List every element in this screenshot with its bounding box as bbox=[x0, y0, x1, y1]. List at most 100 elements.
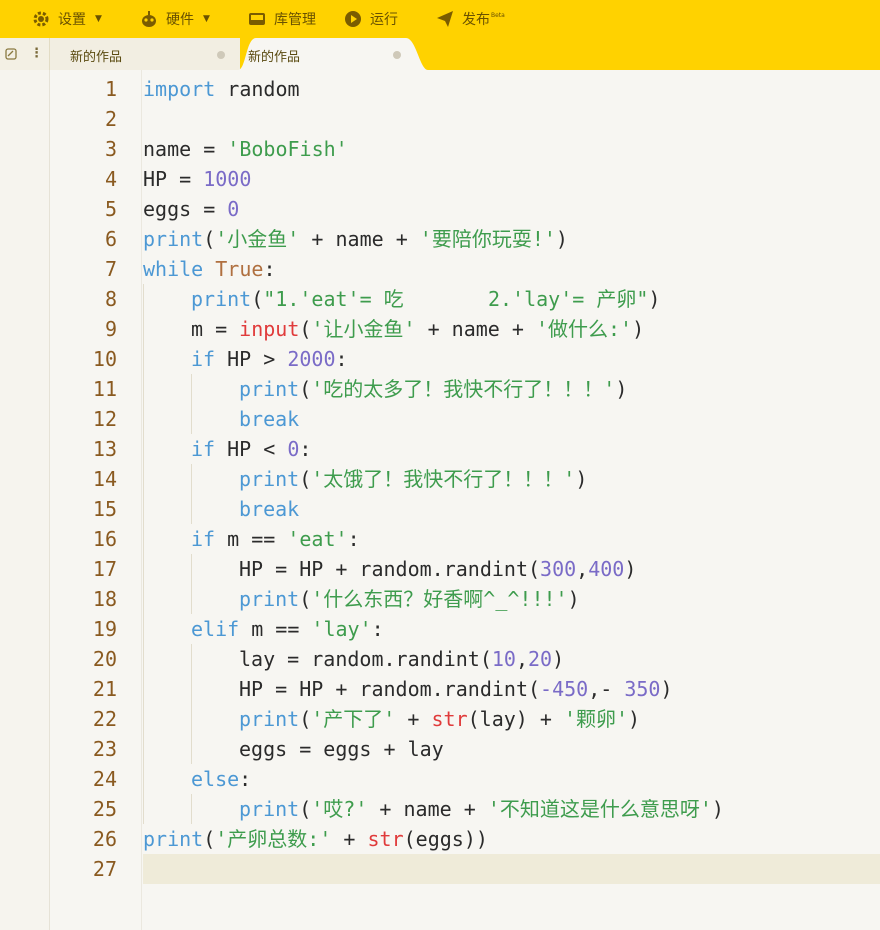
edit-icon[interactable] bbox=[5, 48, 17, 60]
publish-menu[interactable]: 发布 Beta bbox=[436, 0, 505, 38]
line-number: 19 bbox=[92, 617, 117, 641]
library-menu[interactable]: 库管理 bbox=[248, 0, 316, 38]
code-token: "1.'eat'= 吃 2.'lay'= 产卵" bbox=[263, 287, 649, 311]
code-token: print bbox=[191, 287, 252, 311]
code-line[interactable]: 26 print('产卵总数:' + str(eggs)) bbox=[93, 824, 880, 854]
code-text: else: bbox=[191, 764, 251, 794]
code-token: HP > bbox=[215, 347, 288, 371]
code-line[interactable]: 17 HP = HP + random.randint(300,400) bbox=[93, 554, 880, 584]
code-token: ) bbox=[711, 797, 724, 821]
code-token: ) bbox=[648, 287, 661, 311]
indent-guide bbox=[143, 374, 144, 404]
code-token: '颗卵' bbox=[563, 707, 629, 731]
current-line-highlight bbox=[143, 854, 880, 884]
unsaved-dot-icon bbox=[217, 51, 225, 59]
code-token: HP < bbox=[215, 437, 288, 461]
code-line[interactable]: 18 print('什么东西？好香啊^_^!!!') bbox=[93, 584, 880, 614]
indent-guide bbox=[191, 794, 192, 824]
code-token: '产卵总数:' bbox=[215, 827, 332, 851]
code-line[interactable]: 27 bbox=[93, 854, 880, 884]
code-token: 300 bbox=[540, 557, 577, 581]
line-number: 21 bbox=[92, 677, 117, 701]
code-line[interactable]: 12 break bbox=[93, 404, 880, 434]
code-token: break bbox=[239, 407, 300, 431]
code-line[interactable]: 1 import random bbox=[105, 74, 880, 104]
code-token: ( bbox=[299, 707, 312, 731]
code-token: , bbox=[576, 557, 589, 581]
tab-file-1[interactable]: 新的作品 bbox=[50, 38, 240, 70]
code-token: input bbox=[239, 317, 300, 341]
indent-guide bbox=[143, 554, 144, 584]
code-editor[interactable]: 1 import random 2 3 name = 'BoboFish' 4 HP = 1… bbox=[93, 74, 880, 884]
code-token: 'BoboFish' bbox=[227, 137, 348, 161]
indent-guide bbox=[143, 584, 144, 614]
code-token: ) bbox=[552, 647, 565, 671]
code-text: m = input('让小金鱼' + name + '做什么:') bbox=[191, 314, 644, 344]
code-token: + name + bbox=[367, 797, 488, 821]
code-token: m == bbox=[215, 527, 288, 551]
line-number: 9 bbox=[104, 317, 117, 341]
code-line[interactable]: 6 print('小金鱼' + name + '要陪你玩耍!') bbox=[105, 224, 880, 254]
indent-guide bbox=[143, 284, 144, 314]
inbox-icon bbox=[249, 13, 265, 25]
code-token: : bbox=[263, 257, 276, 281]
code-token: 0 bbox=[227, 197, 240, 221]
code-token: (eggs)) bbox=[403, 827, 488, 851]
tab-file-2[interactable]: 新的作品 bbox=[238, 38, 428, 70]
code-token: ( bbox=[299, 317, 312, 341]
indent-guide bbox=[143, 614, 144, 644]
code-token: print bbox=[239, 467, 300, 491]
code-token: print bbox=[239, 797, 300, 821]
hardware-menu[interactable]: 硬件 ▼ bbox=[140, 0, 210, 38]
code-line[interactable]: 7 while True: bbox=[105, 254, 880, 284]
indent-guide bbox=[143, 344, 144, 374]
code-line[interactable]: 20 lay = random.randint(10,20) bbox=[93, 644, 880, 674]
library-label: 库管理 bbox=[274, 12, 316, 28]
code-line[interactable]: 2 bbox=[105, 104, 880, 134]
code-text: import random bbox=[143, 74, 300, 104]
code-line[interactable]: 15 break bbox=[93, 494, 880, 524]
line-number: 4 bbox=[104, 167, 117, 191]
code-line[interactable]: 9 m = input('让小金鱼' + name + '做什么:') bbox=[105, 314, 880, 344]
indent-guide bbox=[191, 374, 192, 404]
code-line[interactable]: 13 if HP < 0: bbox=[93, 434, 880, 464]
code-line[interactable]: 4 HP = 1000 bbox=[105, 164, 880, 194]
code-line[interactable]: 24 else: bbox=[93, 764, 880, 794]
run-menu[interactable]: 运行 bbox=[344, 0, 398, 38]
code-text: lay = random.randint(10,20) bbox=[239, 644, 564, 674]
code-token: ( bbox=[251, 287, 264, 311]
line-number: 17 bbox=[92, 557, 117, 581]
code-line[interactable]: 8 print("1.'eat'= 吃 2.'lay'= 产卵") bbox=[105, 284, 880, 314]
code-token: name = bbox=[143, 137, 228, 161]
code-token: elif bbox=[191, 617, 240, 641]
code-line[interactable]: 19 elif m == 'lay': bbox=[93, 614, 880, 644]
code-token: + bbox=[395, 707, 432, 731]
code-token: lay = random.randint( bbox=[239, 647, 492, 671]
code-token: : bbox=[335, 347, 348, 371]
code-line[interactable]: 5 eggs = 0 bbox=[105, 194, 880, 224]
code-text: eggs = eggs + lay bbox=[239, 734, 444, 764]
line-number: 12 bbox=[92, 407, 117, 431]
gear-icon bbox=[33, 11, 49, 27]
code-token: ) bbox=[575, 467, 588, 491]
line-number: 23 bbox=[92, 737, 117, 761]
code-token: ) bbox=[660, 677, 673, 701]
code-line[interactable]: 3 name = 'BoboFish' bbox=[105, 134, 880, 164]
sidebar-controls: ⋮ bbox=[0, 38, 50, 70]
code-line[interactable]: 11 print('吃的太多了！我快不行了！！！') bbox=[93, 374, 880, 404]
code-token: : bbox=[299, 437, 312, 461]
code-token: 10 bbox=[491, 647, 516, 671]
code-line[interactable]: 14 print('太饿了！我快不行了！！！') bbox=[93, 464, 880, 494]
code-line[interactable]: 25 print('哎?' + name + '不知道这是什么意思呀') bbox=[93, 794, 880, 824]
code-token: ( bbox=[299, 467, 312, 491]
line-number: 5 bbox=[104, 197, 117, 221]
settings-menu[interactable]: 设置 ▼ bbox=[32, 0, 102, 38]
run-label: 运行 bbox=[370, 12, 398, 28]
code-line[interactable]: 16 if m == 'eat': bbox=[93, 524, 880, 554]
more-icon[interactable]: ⋮ bbox=[30, 46, 43, 61]
code-line[interactable]: 21 HP = HP + random.randint(-450,- 350) bbox=[93, 674, 880, 704]
send-icon bbox=[437, 11, 453, 27]
code-line[interactable]: 23 eggs = eggs + lay bbox=[93, 734, 880, 764]
code-line[interactable]: 10 if HP > 2000: bbox=[93, 344, 880, 374]
code-line[interactable]: 22 print('产下了' + str(lay) + '颗卵') bbox=[93, 704, 880, 734]
